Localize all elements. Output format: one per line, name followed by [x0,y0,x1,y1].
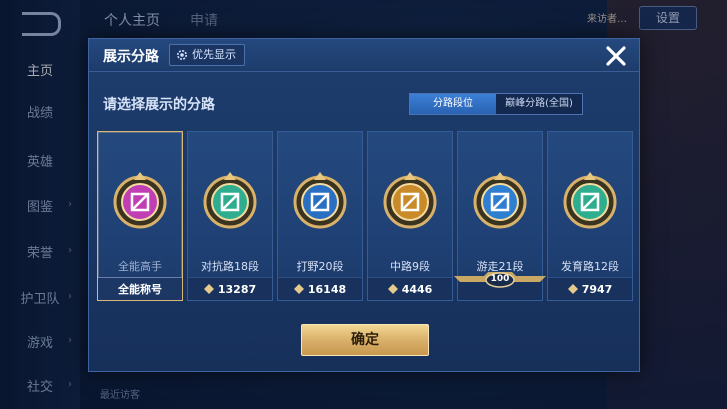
lane-card[interactable]: 打野20段 16148 [277,131,363,301]
dialog-title: 展示分路 [103,49,159,65]
lane-card[interactable]: 全能高手 全能称号 [97,131,183,301]
clash-lane-emblem-icon [203,172,257,229]
farm-lane-emblem-icon [563,172,617,229]
tab-peak-lane[interactable]: 巅峰分路(全国) [496,94,582,114]
lane-card-label: 中路9段 [390,260,430,273]
lane-card-label: 发育路12段 [561,260,619,273]
priority-display-button[interactable]: 优先显示 [169,44,245,66]
all-round-emblem-icon [113,172,167,229]
lane-card-score-value: 4446 [401,282,433,296]
lane-card-label: 打野20段 [296,260,344,273]
lane-card-label: 对抗路18段 [201,260,259,273]
close-icon[interactable] [603,43,629,69]
confirm-button[interactable]: 确定 [301,324,429,356]
rank-points-icon [203,284,214,294]
lane-card-score: 全能称号 [98,277,182,300]
level-ribbon-value: 100 [490,274,510,284]
lane-display-dialog: 展示分路 优先显示 请选择展示的分路 分路段位 巅峰分路(全国) 全能高手全能称… [88,38,640,372]
lane-card-score-value: 7947 [581,282,613,296]
roam-emblem-icon [473,172,527,229]
lane-card-score-value: 全能称号 [118,283,162,296]
lane-card-score-value: 16148 [307,282,347,296]
rank-points-icon [387,284,398,294]
lane-card[interactable]: 对抗路18段 13287 [187,131,273,301]
tab-lane-rank[interactable]: 分路段位 [410,94,496,114]
lane-card[interactable]: 发育路12段 7947 [547,131,633,301]
lane-card[interactable]: 游走21段 100 [454,131,546,301]
lane-card-score-value: 13287 [217,282,257,296]
rank-points-icon [293,284,304,294]
mid-lane-emblem-icon [383,172,437,229]
gear-icon [177,50,187,60]
lane-card-label: 全能高手 [118,260,162,273]
lane-card-score: 16148 [278,277,362,300]
priority-label: 优先显示 [192,48,236,61]
lane-card-score: 7947 [548,277,632,300]
dialog-header: 展示分路 优先显示 [89,39,639,72]
lane-card-score: 13287 [188,277,272,300]
lane-card-score: 4446 [368,277,452,300]
rank-points-icon [567,284,578,294]
select-prompt: 请选择展示的分路 [103,97,215,113]
jungle-emblem-icon [293,172,347,229]
lane-type-toggle: 分路段位 巅峰分路(全国) [409,93,583,115]
lane-card[interactable]: 中路9段 4446 [367,131,453,301]
lane-cards: 全能高手 全能称号 对抗路18段 13287 打野20段 16148 中路9段 4446 游走2… [97,131,633,301]
